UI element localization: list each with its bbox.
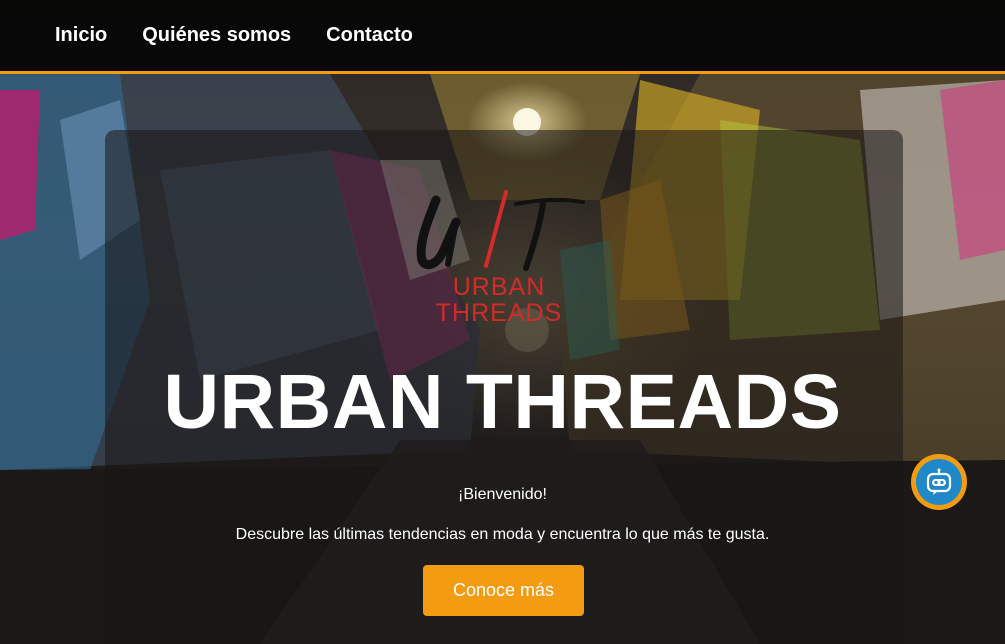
hero-welcome-text: ¡Bienvenido!: [458, 486, 547, 503]
nav-link-contacto[interactable]: Contacto: [326, 25, 413, 45]
top-navbar: Inicio Quiénes somos Contacto: [0, 0, 1005, 74]
robot-chat-icon: [926, 468, 952, 495]
chatbot-icon-wrapper: [916, 459, 962, 505]
logo-text-urban: URBAN: [452, 273, 546, 301]
conoce-mas-button[interactable]: Conoce más: [423, 565, 584, 616]
hero-title: URBAN THREADS: [163, 359, 842, 445]
chatbot-button[interactable]: [911, 454, 967, 510]
brand-logo: URBAN THREADS: [398, 182, 593, 330]
hero-description: Descubre las últimas tendencias en moda …: [235, 526, 770, 543]
logo-text-threads: THREADS: [435, 299, 563, 327]
nav-link-quienes-somos[interactable]: Quiénes somos: [142, 25, 291, 45]
nav-link-inicio[interactable]: Inicio: [55, 25, 107, 45]
ut-logo-icon: [416, 190, 585, 271]
